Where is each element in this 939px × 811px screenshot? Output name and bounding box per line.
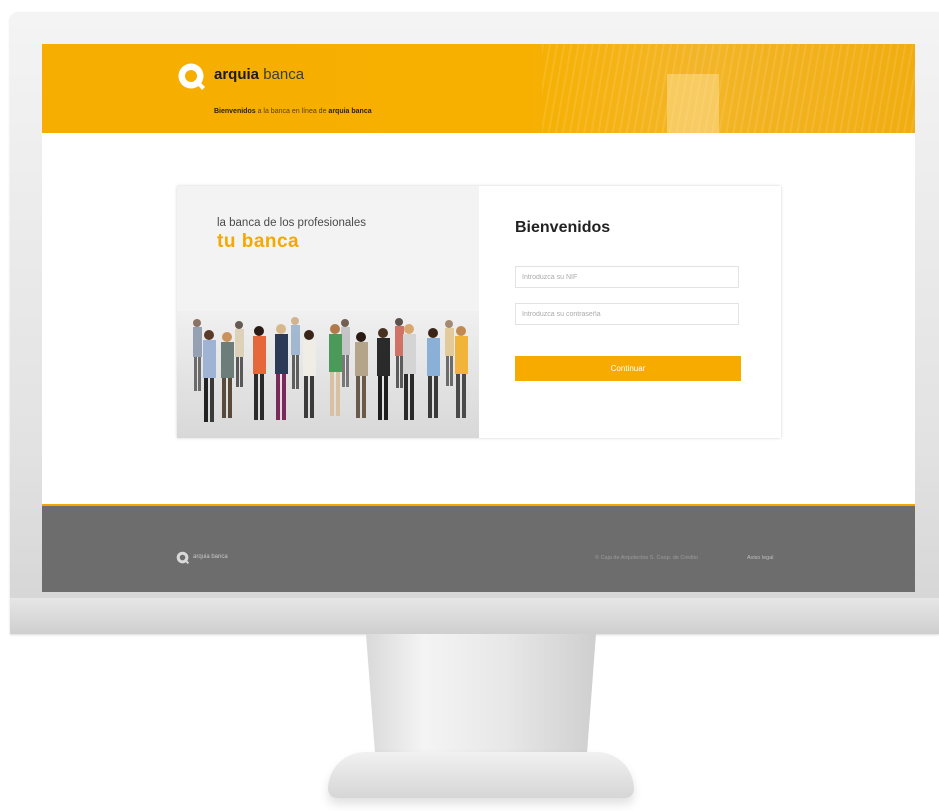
footer-logo-text: arquia banca [193,554,228,560]
login-title: Bienvenidos [515,219,611,236]
monitor-chin [10,598,939,634]
brand-name-light: banca [263,66,305,83]
user-id-input[interactable] [515,266,739,288]
monitor-stand-base [328,752,634,798]
site-footer: arquia banca © Caja de Arquitectos S. Co… [42,506,915,592]
promo-panel: la banca de los profesionales tu banca [177,186,479,438]
password-input[interactable] [515,303,739,325]
brand-logo-text[interactable]: arquia banca [214,66,304,83]
q-logo-icon[interactable] [177,62,207,92]
continue-button[interactable]: Continuar [515,356,741,381]
promo-tagline: la banca de los profesionales [217,217,366,229]
footer-legal-text: © Caja de Arquitectos S. Coop. de Crédit… [595,555,699,561]
brand-name-bold: arquia [214,66,260,83]
footer-q-logo-icon [176,551,190,565]
header-tagline-brand: arquia banca [328,108,372,115]
header-tagline-bold: Bienvenidos [214,108,256,115]
footer-legal-link[interactable]: Aviso legal [747,555,774,561]
crowd-of-people-image [177,311,479,438]
header-tagline-middle: a la banca en línea de [257,108,327,115]
header-pattern [542,44,915,133]
header-building-image [667,74,719,133]
site-header: arquia banca Bienvenidos a la banca en l… [42,44,915,133]
screen: arquia banca Bienvenidos a la banca en l… [42,44,915,592]
header-tagline: Bienvenidos a la banca en línea de arqui… [214,108,372,115]
promo-headline: tu banca [217,231,300,252]
login-card: la banca de los profesionales tu banca B… [177,186,781,438]
monitor-stand-neck [366,634,596,756]
login-panel: Bienvenidos Continuar [479,186,781,438]
